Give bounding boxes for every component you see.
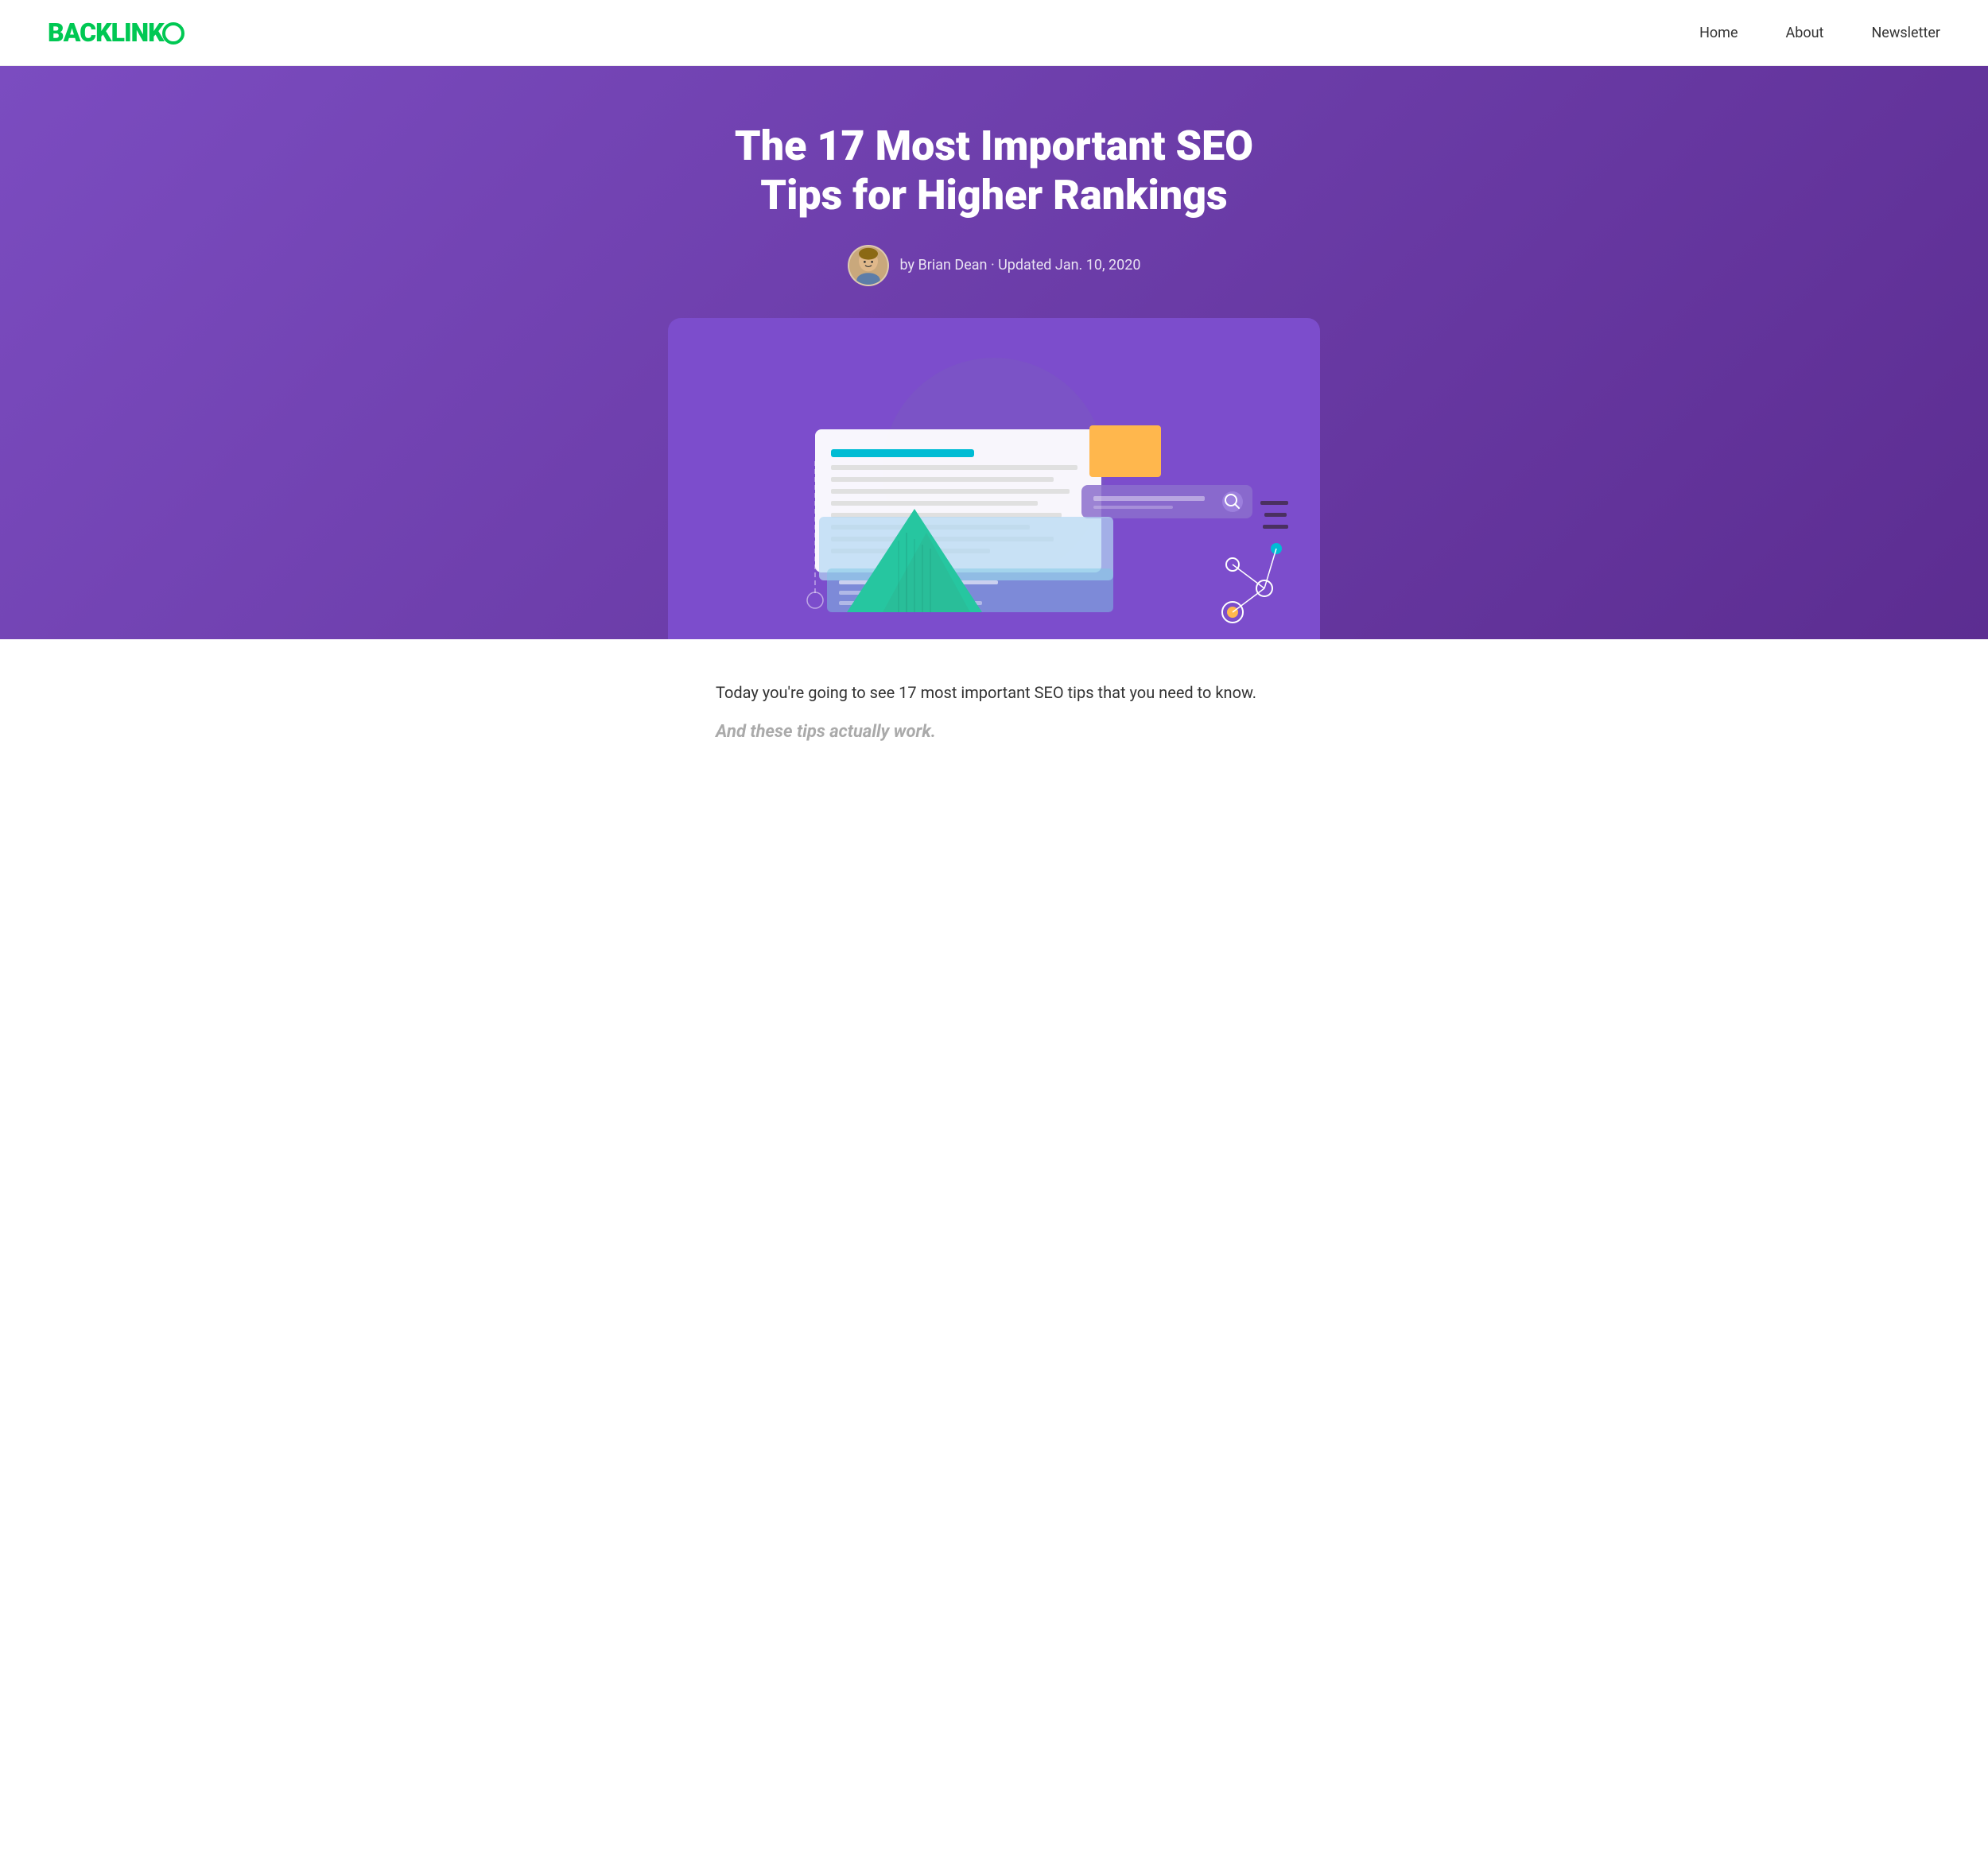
author-avatar [848,245,889,286]
hero-title: The 17 Most Important SEO Tips for Highe… [692,122,1296,221]
hero-image-card [668,318,1320,639]
site-header: BACKLINK Home About Newsletter [0,0,1988,66]
author-line: by Brian Dean · Updated Jan. 10, 2020 [32,245,1956,286]
main-nav: Home About Newsletter [1699,25,1940,41]
highlight-paragraph: And these tips actually work. [716,722,1272,742]
nav-about[interactable]: About [1786,25,1824,41]
logo-o-icon [162,22,184,45]
site-logo[interactable]: BACKLINK [48,17,184,48]
nav-newsletter[interactable]: Newsletter [1871,25,1940,41]
intro-paragraph: Today you're going to see 17 most import… [716,679,1272,706]
article-content: Today you're going to see 17 most import… [668,679,1320,742]
avatar-illustration [849,245,887,286]
nav-home[interactable]: Home [1699,25,1738,41]
author-text: by Brian Dean · Updated Jan. 10, 2020 [900,257,1141,274]
seo-illustration [692,342,1296,636]
hero-section: The 17 Most Important SEO Tips for Highe… [0,66,1988,639]
